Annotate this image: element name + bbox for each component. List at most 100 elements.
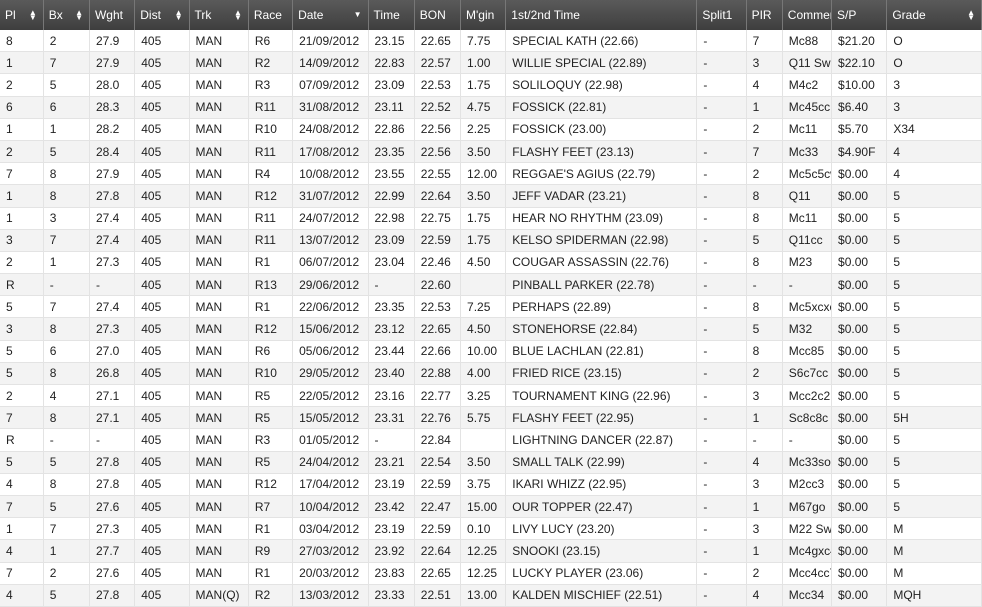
table-row[interactable]: 7 2 27.6 405 MAN R1 20/03/2012 23.83 22.65 12.25 L… <box>0 562 982 585</box>
cell-winner-time: REGGAE'S AGIUS (22.79) <box>505 162 698 186</box>
cell-margin: 12.25 <box>460 539 507 563</box>
col-header-grade[interactable]: Grade ▲ ▼ <box>886 0 982 30</box>
table-row[interactable]: 6 6 28.3 405 MAN R11 31/08/2012 23.11 22.52 4.75 F… <box>0 96 982 119</box>
col-header-pl[interactable]: Pl ▲ ▼ <box>0 0 44 30</box>
cell-track: MAN <box>189 539 249 563</box>
cell-margin: 13.00 <box>460 584 507 607</box>
table-row[interactable]: 2 5 28.0 405 MAN R3 07/09/2012 23.09 22.53 1.75 SO… <box>0 73 982 97</box>
table-row[interactable]: 7 5 27.6 405 MAN R7 10/04/2012 23.42 22.47 15.00 O… <box>0 495 982 519</box>
col-header-bx[interactable]: Bx ▲ ▼ <box>43 0 90 30</box>
cell-pir: 8 <box>746 207 783 230</box>
col-header-1st-2nd-time[interactable]: 1st/2nd Time <box>505 0 698 30</box>
cell-box: 2 <box>43 30 90 53</box>
table-row[interactable]: 5 7 27.4 405 MAN R1 22/06/2012 23.35 22.53 7.25 PE… <box>0 295 982 319</box>
table-row[interactable]: 8 2 27.9 405 MAN R6 21/09/2012 23.15 22.65 7.75 SP… <box>0 30 982 53</box>
cell-comment: M23 <box>782 251 833 275</box>
cell-split1: - <box>696 30 747 53</box>
table-row[interactable]: 1 1 28.2 405 MAN R10 24/08/2012 22.86 22.56 2.25 F… <box>0 118 982 141</box>
cell-pir: - <box>746 428 783 452</box>
cell-distance: 405 <box>134 317 190 341</box>
cell-pir: 8 <box>746 251 783 275</box>
table-row[interactable]: 5 5 27.8 405 MAN R5 24/04/2012 23.21 22.54 3.50 SM… <box>0 451 982 474</box>
col-header-split1[interactable]: Split1 <box>696 0 747 30</box>
cell-weight: 27.8 <box>89 184 136 208</box>
cell-race: R6 <box>248 30 294 53</box>
cell-pir: 3 <box>746 517 783 541</box>
cell-bon: 22.54 <box>414 451 462 474</box>
cell-starting-price: $4.90F <box>831 140 888 164</box>
cell-weight: 28.4 <box>89 140 136 164</box>
cell-grade: O <box>886 51 982 75</box>
cell-comment: S6c7cc <box>782 362 833 386</box>
col-header-trk[interactable]: Trk ▲ ▼ <box>189 0 249 30</box>
table-row[interactable]: 2 1 27.3 405 MAN R1 06/07/2012 23.04 22.46 4.50 CO… <box>0 251 982 275</box>
cell-grade: 5 <box>886 317 982 341</box>
cell-starting-price: $0.00 <box>831 340 888 363</box>
cell-box: 8 <box>43 317 90 341</box>
cell-winner-time: JEFF VADAR (23.21) <box>505 184 698 208</box>
cell-track: MAN <box>189 340 249 363</box>
cell-split1: - <box>696 118 747 141</box>
cell-place: 5 <box>0 451 44 474</box>
cell-winner-time: HEAR NO RHYTHM (23.09) <box>505 207 698 230</box>
cell-weight: - <box>89 273 136 297</box>
table-row[interactable]: 3 8 27.3 405 MAN R12 15/06/2012 23.12 22.65 4.50 S… <box>0 317 982 341</box>
table-row[interactable]: 5 6 27.0 405 MAN R6 05/06/2012 23.44 22.66 10.00 B… <box>0 340 982 363</box>
cell-grade: 5 <box>886 340 982 363</box>
table-row[interactable]: 1 3 27.4 405 MAN R11 24/07/2012 22.98 22.75 1.75 H… <box>0 207 982 230</box>
col-header-bon[interactable]: BON <box>414 0 462 30</box>
col-header-race[interactable]: Race <box>248 0 294 30</box>
table-row[interactable]: 2 4 27.1 405 MAN R5 22/05/2012 23.16 22.77 3.25 TO… <box>0 384 982 408</box>
col-header-dist[interactable]: Dist ▲ ▼ <box>134 0 190 30</box>
col-header-wght[interactable]: Wght <box>89 0 136 30</box>
cell-track: MAN <box>189 362 249 386</box>
table-row[interactable]: 4 1 27.7 405 MAN R9 27/03/2012 23.92 22.64 12.25 S… <box>0 539 982 563</box>
cell-grade: M <box>886 539 982 563</box>
cell-split1: - <box>696 539 747 563</box>
sort-icon: ▲ ▼ <box>967 8 975 22</box>
cell-weight: 27.4 <box>89 295 136 319</box>
table-row[interactable]: 3 7 27.4 405 MAN R11 13/07/2012 23.09 22.59 1.75 K… <box>0 229 982 252</box>
cell-weight: 27.8 <box>89 584 136 607</box>
cell-box: 7 <box>43 517 90 541</box>
col-header-time[interactable]: Time <box>368 0 415 30</box>
cell-margin: 0.10 <box>460 517 507 541</box>
col-header-comment[interactable]: Comment <box>782 0 833 30</box>
cell-bon: 22.56 <box>414 118 462 141</box>
cell-race: R5 <box>248 406 294 430</box>
table-row[interactable]: 1 7 27.3 405 MAN R1 03/04/2012 23.19 22.59 0.10 LI… <box>0 517 982 541</box>
cell-track: MAN <box>189 118 249 141</box>
table-row[interactable]: 4 8 27.8 405 MAN R12 17/04/2012 23.19 22.59 3.75 I… <box>0 473 982 496</box>
table-row[interactable]: 7 8 27.9 405 MAN R4 10/08/2012 23.55 22.55 12.00 R… <box>0 162 982 186</box>
table-row[interactable]: 1 8 27.8 405 MAN R12 31/07/2012 22.99 22.64 3.50 J… <box>0 184 982 208</box>
col-header-sp[interactable]: S/P <box>831 0 888 30</box>
table-row[interactable]: 1 7 27.9 405 MAN R2 14/09/2012 22.83 22.57 1.00 WI… <box>0 51 982 75</box>
cell-bon: 22.52 <box>414 96 462 119</box>
cell-place: 1 <box>0 184 44 208</box>
cell-starting-price: $0.00 <box>831 384 888 408</box>
cell-comment: - <box>782 273 833 297</box>
cell-weight: 27.0 <box>89 340 136 363</box>
cell-starting-price: $0.00 <box>831 273 888 297</box>
cell-winner-time: KELSO SPIDERMAN (22.98) <box>505 229 698 252</box>
table-row[interactable]: 2 5 28.4 405 MAN R11 17/08/2012 23.35 22.56 3.50 F… <box>0 140 982 164</box>
cell-pir: 4 <box>746 584 783 607</box>
col-header-pir[interactable]: PIR <box>746 0 783 30</box>
cell-date: 01/05/2012 <box>292 428 369 452</box>
cell-margin: 3.75 <box>460 473 507 496</box>
cell-pir: 2 <box>746 118 783 141</box>
table-row[interactable]: 5 8 26.8 405 MAN R10 29/05/2012 23.40 22.88 4.00 F… <box>0 362 982 386</box>
cell-distance: 405 <box>134 251 190 275</box>
table-row[interactable]: 7 8 27.1 405 MAN R5 15/05/2012 23.31 22.76 5.75 FL… <box>0 406 982 430</box>
col-header-date[interactable]: Date ▼ <box>292 0 369 30</box>
cell-race: R13 <box>248 273 294 297</box>
cell-track: MAN <box>189 273 249 297</box>
table-row[interactable]: R - -405 MAN R3 01/05/2012-22.84 LIGHTNING DAN… <box>0 428 982 452</box>
cell-race: R4 <box>248 162 294 186</box>
table-row[interactable]: 4 5 27.8 405 MAN(Q) R2 13/03/2012 23.33 22.51 13.… <box>0 584 982 607</box>
cell-weight: 27.9 <box>89 30 136 53</box>
sort-desc-icon: ▼ <box>353 10 362 19</box>
table-row[interactable]: R - -405 MAN R13 29/06/2012-22.60 PINBALL PARK… <box>0 273 982 297</box>
col-header-margin[interactable]: M'gin <box>460 0 507 30</box>
cell-split1: - <box>696 96 747 119</box>
